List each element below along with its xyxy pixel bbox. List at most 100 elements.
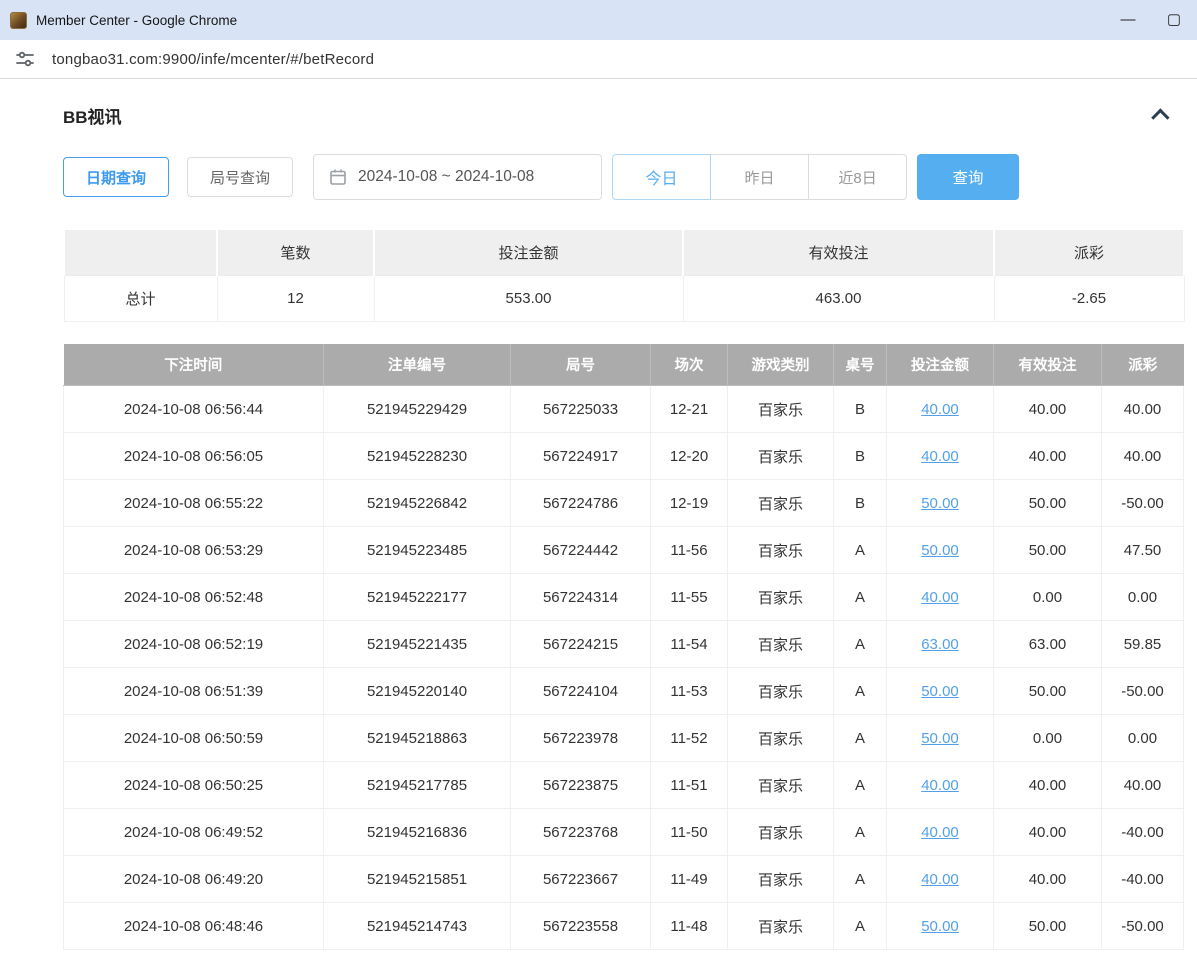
cell-payout: -40.00	[1102, 856, 1184, 903]
table-row: 2024-10-08 06:53:29521945223485567224442…	[64, 527, 1184, 574]
round-query-tab[interactable]: 局号查询	[187, 157, 293, 197]
maximize-button[interactable]: ▢	[1151, 0, 1197, 40]
bet-amount-link[interactable]: 50.00	[921, 495, 959, 512]
cell-bet: 40.00	[887, 809, 994, 856]
cell-order-id: 521945223485	[324, 527, 511, 574]
cell-session: 12-19	[651, 480, 728, 527]
cell-time: 2024-10-08 06:55:22	[64, 480, 324, 527]
cell-bet: 50.00	[887, 668, 994, 715]
table-row: 2024-10-08 06:51:39521945220140567224104…	[64, 668, 1184, 715]
cell-game: 百家乐	[728, 903, 834, 950]
cell-table-no: B	[834, 386, 887, 433]
bet-amount-link[interactable]: 63.00	[921, 636, 959, 653]
cell-bet: 63.00	[887, 621, 994, 668]
date-range-value: 2024-10-08 ~ 2024-10-08	[358, 168, 534, 186]
summary-total-row: 总计 12 553.00 463.00 -2.65	[64, 275, 1184, 321]
cell-session: 11-49	[651, 856, 728, 903]
cell-game: 百家乐	[728, 574, 834, 621]
cell-time: 2024-10-08 06:53:29	[64, 527, 324, 574]
cell-session: 11-52	[651, 715, 728, 762]
cell-order-id: 521945217785	[324, 762, 511, 809]
table-row: 2024-10-08 06:55:22521945226842567224786…	[64, 480, 1184, 527]
date-range-input[interactable]: 2024-10-08 ~ 2024-10-08	[313, 154, 602, 200]
table-row: 2024-10-08 06:49:20521945215851567223667…	[64, 856, 1184, 903]
cell-valid: 0.00	[994, 715, 1102, 762]
bet-amount-link[interactable]: 40.00	[921, 871, 959, 888]
cell-round: 567225033	[511, 386, 651, 433]
cell-time: 2024-10-08 06:49:20	[64, 856, 324, 903]
cell-payout: 0.00	[1102, 574, 1184, 621]
cell-payout: -50.00	[1102, 668, 1184, 715]
cell-order-id: 521945220140	[324, 668, 511, 715]
table-row: 2024-10-08 06:52:19521945221435567224215…	[64, 621, 1184, 668]
cell-payout: -50.00	[1102, 903, 1184, 950]
cell-session: 11-53	[651, 668, 728, 715]
today-button[interactable]: 今日	[612, 154, 711, 200]
cell-time: 2024-10-08 06:51:39	[64, 668, 324, 715]
bet-amount-link[interactable]: 40.00	[921, 401, 959, 418]
cell-round: 567224917	[511, 433, 651, 480]
last-8-days-button[interactable]: 近8日	[808, 154, 907, 200]
cell-session: 11-50	[651, 809, 728, 856]
address-bar[interactable]: tongbao31.com:9900/infe/mcenter/#/betRec…	[0, 40, 1197, 79]
cell-time: 2024-10-08 06:49:52	[64, 809, 324, 856]
cell-game: 百家乐	[728, 433, 834, 480]
cell-bet: 40.00	[887, 433, 994, 480]
cell-time: 2024-10-08 06:50:25	[64, 762, 324, 809]
window-controls: — ▢	[1105, 0, 1197, 40]
bet-amount-link[interactable]: 50.00	[921, 730, 959, 747]
summary-total-label: 总计	[64, 275, 217, 321]
bet-table-header-3: 场次	[651, 344, 728, 386]
yesterday-button[interactable]: 昨日	[710, 154, 809, 200]
bet-amount-link[interactable]: 40.00	[921, 448, 959, 465]
cell-game: 百家乐	[728, 527, 834, 574]
page-content: BB视讯 日期查询 局号查询 2024-10-08 ~ 2024-10-08	[0, 79, 1197, 950]
cell-bet: 40.00	[887, 574, 994, 621]
cell-table-no: A	[834, 574, 887, 621]
cell-valid: 50.00	[994, 903, 1102, 950]
cell-game: 百家乐	[728, 621, 834, 668]
table-row: 2024-10-08 06:52:48521945222177567224314…	[64, 574, 1184, 621]
date-query-tab[interactable]: 日期查询	[63, 157, 169, 197]
cell-payout: 40.00	[1102, 386, 1184, 433]
search-button[interactable]: 查询	[917, 154, 1019, 200]
cell-session: 12-20	[651, 433, 728, 480]
bet-amount-link[interactable]: 50.00	[921, 683, 959, 700]
cell-game: 百家乐	[728, 809, 834, 856]
cell-bet: 50.00	[887, 527, 994, 574]
bet-amount-link[interactable]: 40.00	[921, 589, 959, 606]
cell-payout: 0.00	[1102, 715, 1184, 762]
cell-bet: 40.00	[887, 856, 994, 903]
cell-game: 百家乐	[728, 856, 834, 903]
bet-table-header-5: 桌号	[834, 344, 887, 386]
bet-table-header-6: 投注金额	[887, 344, 994, 386]
calendar-icon	[329, 168, 347, 186]
cell-table-no: A	[834, 668, 887, 715]
cell-valid: 50.00	[994, 668, 1102, 715]
bet-amount-link[interactable]: 50.00	[921, 918, 959, 935]
site-settings-icon[interactable]	[14, 48, 36, 70]
minimize-button[interactable]: —	[1105, 0, 1151, 40]
cell-game: 百家乐	[728, 762, 834, 809]
bet-record-table: 下注时间注单编号局号场次游戏类别桌号投注金额有效投注派彩 2024-10-08 …	[63, 344, 1184, 951]
quick-date-group: 今日 昨日 近8日	[612, 154, 907, 200]
cell-table-no: A	[834, 762, 887, 809]
cell-session: 11-55	[651, 574, 728, 621]
cell-game: 百家乐	[728, 668, 834, 715]
cell-order-id: 521945226842	[324, 480, 511, 527]
table-row: 2024-10-08 06:48:46521945214743567223558…	[64, 903, 1184, 950]
summary-header-count: 笔数	[217, 229, 374, 275]
cell-table-no: B	[834, 480, 887, 527]
summary-valid-bet-value: 463.00	[683, 275, 994, 321]
bet-amount-link[interactable]: 50.00	[921, 542, 959, 559]
summary-header-bet-amount: 投注金额	[374, 229, 683, 275]
bet-amount-link[interactable]: 40.00	[921, 777, 959, 794]
cell-session: 11-48	[651, 903, 728, 950]
table-row: 2024-10-08 06:56:44521945229429567225033…	[64, 386, 1184, 433]
member-center-favicon-icon	[10, 12, 27, 29]
url-text[interactable]: tongbao31.com:9900/infe/mcenter/#/betRec…	[52, 51, 374, 68]
collapse-chevron-icon[interactable]	[1151, 108, 1169, 126]
cell-bet: 40.00	[887, 386, 994, 433]
cell-session: 11-56	[651, 527, 728, 574]
bet-amount-link[interactable]: 40.00	[921, 824, 959, 841]
